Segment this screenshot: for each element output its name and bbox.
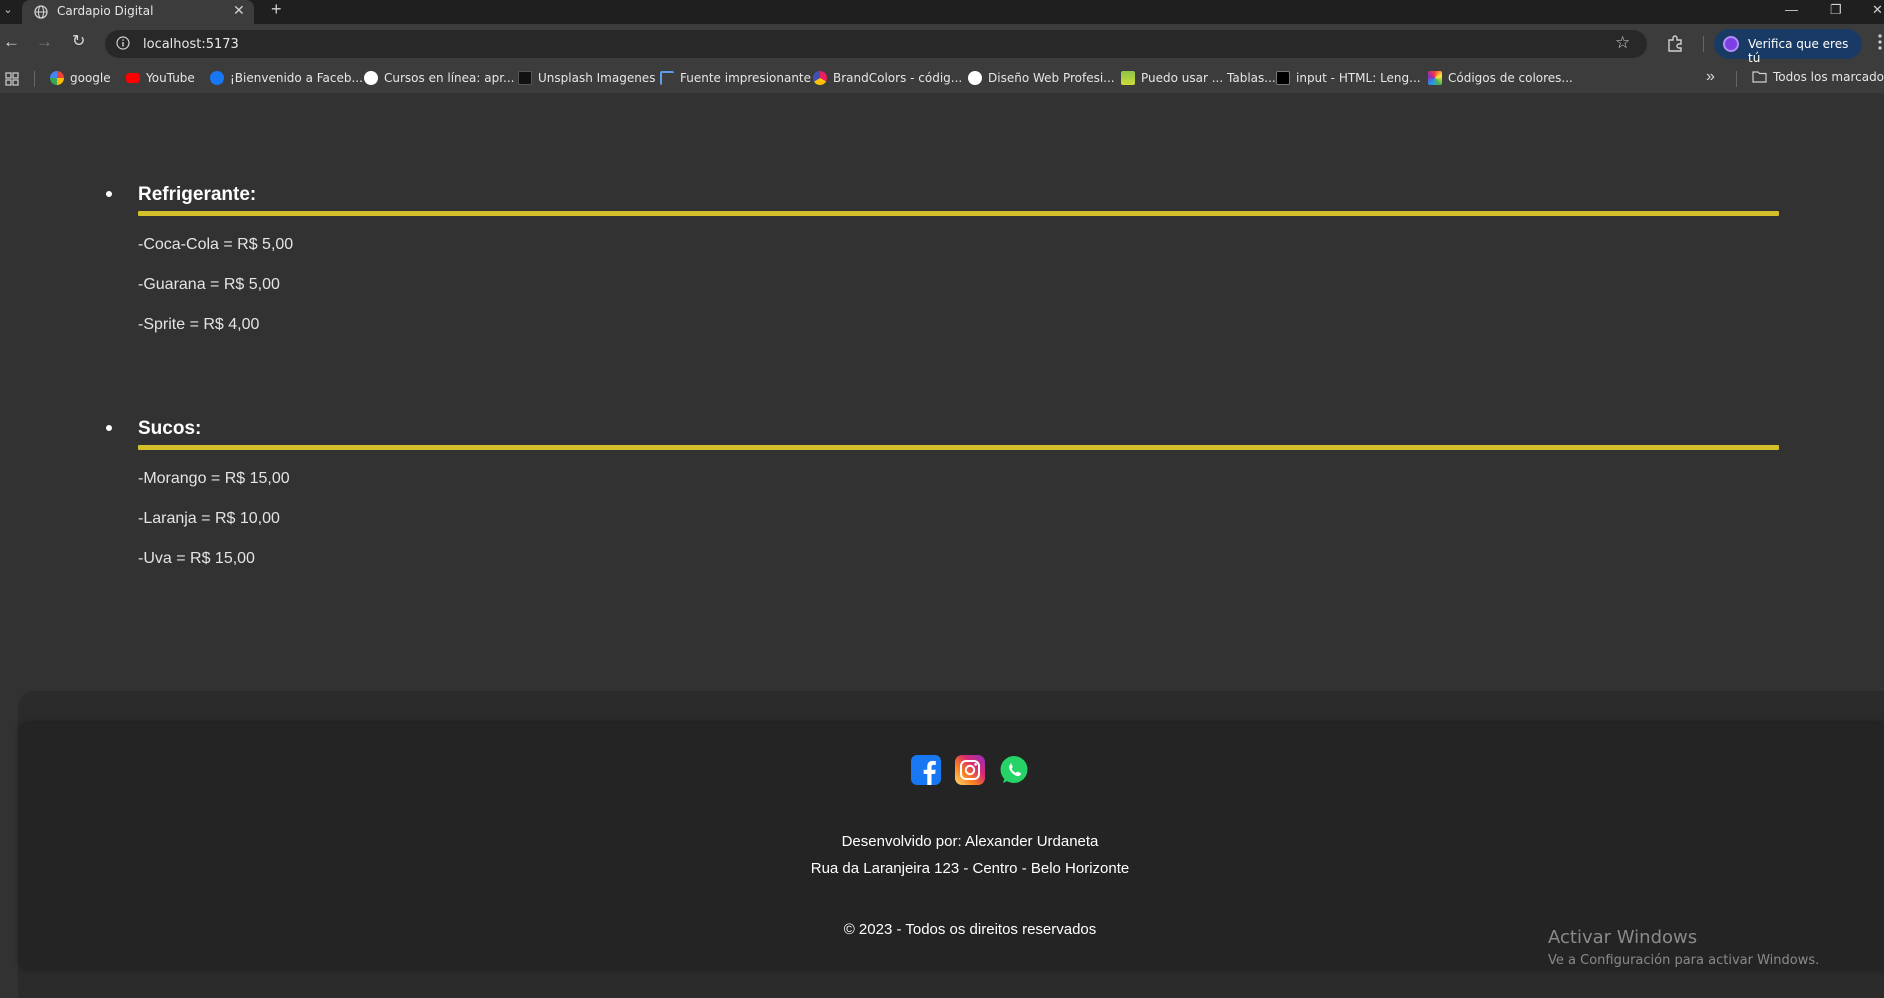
menu-item: -Sprite = R$ 4,00 (138, 316, 260, 333)
bookmark-label: Unsplash Imagenes (538, 71, 656, 85)
whatsapp-icon[interactable] (999, 755, 1029, 785)
tab-search-icon[interactable]: ⌄ (0, 0, 16, 22)
tab-cardapio[interactable]: Cardapio Digital ✕ (22, 0, 254, 24)
bookmark-label: Puedo usar ... Tablas... (1141, 71, 1276, 85)
bookmark-star-icon[interactable]: ☆ (1615, 33, 1630, 53)
page-viewport: Refrigerante: -Coca-Cola = R$ 5,00 -Guar… (0, 93, 1884, 998)
bookmark-label: Códigos de colores... (1448, 71, 1573, 85)
footer-developer: Desenvolvido por: Alexander Urdaneta (841, 833, 1099, 850)
bookmark-label: Cursos en línea: apr... (384, 71, 515, 85)
all-bookmarks-folder[interactable]: Todos los marcadores (1752, 70, 1884, 84)
reload-icon[interactable]: ↻ (72, 32, 85, 52)
bookmark-diseno[interactable]: Diseño Web Profesi... (968, 70, 1115, 86)
address-bar[interactable]: localhost:5173 ☆ (105, 30, 1647, 58)
tab-strip: ⌄ Cardapio Digital ✕ + — ❐ ✕ (0, 0, 1884, 24)
bookmark-caniuse[interactable]: Puedo usar ... Tablas... (1121, 70, 1276, 86)
bookmark-youtube[interactable]: YouTube (126, 70, 195, 86)
brandcolors-icon (813, 71, 827, 85)
caniuse-icon (1121, 71, 1135, 85)
bookmark-unsplash[interactable]: Unsplash Imagenes (518, 70, 655, 86)
list-bullet (106, 191, 112, 197)
new-tab-button[interactable]: + (271, 0, 282, 18)
bookmark-mdn[interactable]: input - HTML: Leng... (1276, 70, 1421, 86)
instagram-icon[interactable] (955, 755, 985, 785)
more-bookmarks-icon[interactable]: » (1706, 68, 1715, 86)
bookmark-label: YouTube (146, 71, 195, 85)
bookmark-colores[interactable]: Códigos de colores... (1428, 70, 1573, 86)
menu-item: -Uva = R$ 15,00 (138, 550, 255, 567)
menu-category-refrigerante: Refrigerante: -Coca-Cola = R$ 5,00 -Guar… (106, 184, 1779, 334)
close-tab-icon[interactable]: ✕ (233, 2, 245, 19)
windows-activation-subtitle: Ve a Configuración para activar Windows. (1548, 953, 1820, 968)
bookmark-google[interactable]: google (50, 70, 111, 86)
udemy-icon (364, 71, 378, 85)
close-window-icon[interactable]: ✕ (1872, 2, 1883, 18)
mdn-icon (1276, 71, 1290, 85)
menu-item: -Guarana = R$ 5,00 (138, 276, 280, 293)
bookmark-label: Fuente impresionante (680, 71, 812, 85)
apps-grid-icon[interactable] (5, 72, 19, 86)
youtube-icon (126, 73, 140, 83)
bookmark-facebook[interactable]: ¡Bienvenido a Faceb... (210, 70, 363, 86)
bookmark-label: BrandColors - códig... (833, 71, 963, 85)
footer-address: Rua da Laranjeira 123 - Centro - Belo Ho… (810, 860, 1130, 877)
google-icon (50, 71, 64, 85)
extensions-icon[interactable] (1666, 34, 1684, 52)
bookmark-fuente[interactable]: Fuente impresionante (660, 70, 811, 86)
list-bullet (106, 425, 112, 431)
flag-icon (660, 71, 674, 85)
back-icon[interactable]: ← (3, 32, 20, 52)
menu-item: -Morango = R$ 15,00 (138, 470, 290, 487)
bookmark-brandcolors[interactable]: BrandColors - códig... (813, 70, 962, 86)
color-wheel-icon (1428, 71, 1442, 85)
site-info-icon[interactable] (116, 36, 130, 50)
menu-item: -Coca-Cola = R$ 5,00 (138, 236, 294, 253)
udemy-icon (968, 71, 982, 85)
menu-item: -Laranja = R$ 10,00 (138, 510, 280, 527)
url-text[interactable]: localhost:5173 (143, 37, 239, 52)
restore-icon[interactable]: ❐ (1830, 2, 1842, 18)
minimize-icon[interactable]: — (1785, 2, 1798, 17)
bookmarks-bar: google YouTube ¡Bienvenido a Faceb... Cu… (0, 64, 1884, 93)
bookmarks-folder-label: Todos los marcadores (1773, 70, 1884, 84)
windows-activation-title: Activar Windows (1548, 927, 1698, 948)
profile-label: Verifica que eres tú (1748, 37, 1849, 65)
facebook-icon[interactable] (911, 755, 941, 785)
bookmark-label: ¡Bienvenido a Faceb... (230, 71, 363, 85)
bookmark-label: google (70, 71, 111, 85)
avatar (1723, 36, 1739, 52)
bookmarks-divider (1736, 71, 1737, 87)
category-divider (138, 445, 1779, 450)
bookmark-label: input - HTML: Leng... (1296, 71, 1421, 85)
category-title: Refrigerante: (138, 184, 257, 205)
menu-category-sucos: Sucos: -Morango = R$ 15,00 -Laranja = R$… (106, 418, 1779, 568)
bookmarks-divider (34, 71, 35, 87)
menu-icon[interactable] (1878, 33, 1882, 51)
folder-icon (1752, 71, 1767, 83)
unsplash-icon (518, 71, 532, 85)
tab-title: Cardapio Digital (57, 4, 154, 18)
category-divider (138, 211, 1779, 216)
bookmark-label: Diseño Web Profesi... (988, 71, 1115, 85)
category-title: Sucos: (138, 418, 202, 439)
globe-icon (34, 5, 48, 19)
browser-toolbar: ← → ↻ localhost:5173 ☆ Verifica que eres… (0, 24, 1884, 65)
facebook-icon (210, 71, 224, 85)
bookmark-cursos[interactable]: Cursos en línea: apr... (364, 70, 515, 86)
forward-icon[interactable]: → (36, 32, 53, 52)
profile-button[interactable]: Verifica que eres tú (1714, 29, 1862, 65)
toolbar-divider (1703, 36, 1704, 52)
